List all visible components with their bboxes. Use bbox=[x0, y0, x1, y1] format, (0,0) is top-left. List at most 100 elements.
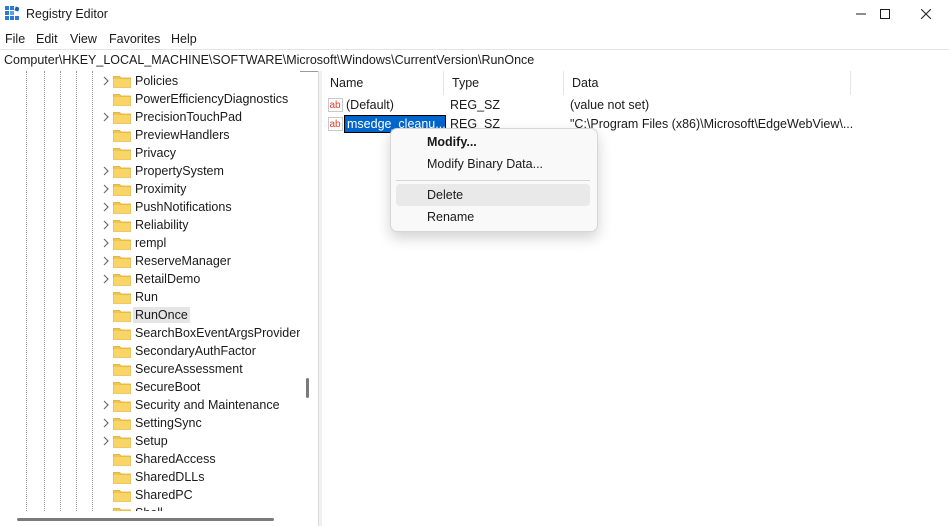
tree-item[interactable]: RetailDemo bbox=[0, 270, 300, 288]
chevron-right-icon[interactable] bbox=[101, 435, 111, 447]
tree-item[interactable]: Policies bbox=[0, 72, 300, 90]
value-row[interactable]: ab (Default) REG_SZ (value not set) bbox=[322, 96, 949, 114]
maximize-button[interactable] bbox=[862, 0, 908, 28]
column-header-data[interactable]: Data bbox=[564, 71, 851, 95]
tree-item[interactable]: Setup bbox=[0, 432, 300, 450]
tree-item[interactable]: SettingSync bbox=[0, 414, 300, 432]
tree-item-label: SearchBoxEventArgsProvider bbox=[135, 326, 300, 340]
tree-item[interactable]: Reliability bbox=[0, 216, 300, 234]
tree-item-label: SettingSync bbox=[135, 416, 202, 430]
folder-icon bbox=[113, 382, 131, 394]
value-type: REG_SZ bbox=[450, 98, 501, 112]
tree-item-label: PowerEfficiencyDiagnostics bbox=[135, 92, 289, 106]
string-value-icon: ab bbox=[328, 117, 343, 131]
tree-item-label: Proximity bbox=[135, 182, 187, 196]
folder-icon bbox=[113, 238, 131, 250]
tree-item-label: Privacy bbox=[135, 146, 176, 160]
chevron-right-icon[interactable] bbox=[101, 219, 111, 231]
chevron-right-icon[interactable] bbox=[101, 417, 111, 429]
tree-item[interactable]: Run bbox=[0, 288, 300, 306]
tree-item-label: PreviewHandlers bbox=[135, 128, 230, 142]
tree-item[interactable]: ReserveManager bbox=[0, 252, 300, 270]
registry-editor-icon bbox=[5, 6, 19, 20]
tree-item[interactable]: Shell bbox=[0, 504, 300, 511]
menu-view[interactable]: View bbox=[70, 32, 97, 46]
value-name: (Default) bbox=[346, 98, 394, 112]
menu-bar: File Edit View Favorites Help bbox=[0, 28, 949, 49]
chevron-right-icon[interactable] bbox=[101, 75, 111, 87]
tree-item-label: RetailDemo bbox=[135, 272, 201, 286]
tree-item-label: ReserveManager bbox=[135, 254, 231, 268]
tree-item[interactable]: Security and Maintenance bbox=[0, 396, 300, 414]
context-menu: Modify... Modify Binary Data... Delete R… bbox=[390, 128, 598, 232]
folder-icon bbox=[113, 436, 131, 448]
address-path[interactable]: Computer\HKEY_LOCAL_MACHINE\SOFTWARE\Mic… bbox=[4, 53, 534, 67]
chevron-right-icon[interactable] bbox=[101, 399, 111, 411]
tree-item-label: SecondaryAuthFactor bbox=[135, 344, 256, 358]
tree-item[interactable]: PrecisionTouchPad bbox=[0, 108, 300, 126]
chevron-right-icon[interactable] bbox=[101, 165, 111, 177]
tree-item-label: SecureAssessment bbox=[135, 362, 243, 376]
tree-item-label: PushNotifications bbox=[135, 200, 232, 214]
folder-icon bbox=[113, 220, 131, 232]
menu-file[interactable]: File bbox=[5, 32, 25, 46]
column-header-type[interactable]: Type bbox=[444, 71, 564, 95]
tree-item[interactable]: SecureAssessment bbox=[0, 360, 300, 378]
folder-icon bbox=[113, 454, 131, 466]
tree-item[interactable]: PowerEfficiencyDiagnostics bbox=[0, 90, 300, 108]
menu-item-rename[interactable]: Rename bbox=[396, 206, 590, 228]
column-header-name[interactable]: Name bbox=[322, 71, 444, 95]
menu-separator bbox=[396, 180, 590, 181]
tree-item[interactable]: SharedDLLs bbox=[0, 468, 300, 486]
tree-item[interactable]: rempl bbox=[0, 234, 300, 252]
tree-item[interactable]: PreviewHandlers bbox=[0, 126, 300, 144]
tree-item[interactable]: SecureBoot bbox=[0, 378, 300, 396]
folder-icon bbox=[113, 472, 131, 484]
tree-item-label: SecureBoot bbox=[135, 380, 201, 394]
tree-item[interactable]: RunOnce bbox=[0, 306, 300, 324]
tree-item[interactable]: SharedAccess bbox=[0, 450, 300, 468]
tree-item[interactable]: Proximity bbox=[0, 180, 300, 198]
menu-item-modify-binary[interactable]: Modify Binary Data... bbox=[396, 153, 590, 175]
folder-icon bbox=[113, 310, 131, 322]
folder-icon bbox=[113, 184, 131, 196]
value-data: "C:\Program Files (x86)\Microsoft\EdgeWe… bbox=[570, 117, 854, 131]
address-bar[interactable]: Computer\HKEY_LOCAL_MACHINE\SOFTWARE\Mic… bbox=[0, 49, 949, 72]
scrollbar-thumb[interactable] bbox=[17, 518, 274, 521]
tree-item[interactable]: SecondaryAuthFactor bbox=[0, 342, 300, 360]
folder-icon bbox=[113, 400, 131, 412]
folder-icon bbox=[113, 328, 131, 340]
menu-favorites[interactable]: Favorites bbox=[109, 32, 160, 46]
folder-icon bbox=[113, 202, 131, 214]
chevron-right-icon[interactable] bbox=[101, 183, 111, 195]
folder-icon bbox=[113, 130, 131, 142]
tree-item-label: SharedPC bbox=[135, 488, 193, 502]
chevron-right-icon[interactable] bbox=[101, 255, 111, 267]
folder-icon bbox=[113, 418, 131, 430]
chevron-right-icon[interactable] bbox=[101, 273, 111, 285]
menu-item-delete[interactable]: Delete bbox=[396, 184, 590, 206]
menu-item-modify[interactable]: Modify... bbox=[396, 131, 590, 153]
folder-icon bbox=[113, 490, 131, 502]
svg-text:ab: ab bbox=[330, 119, 342, 130]
chevron-right-icon[interactable] bbox=[101, 111, 111, 123]
tree-item[interactable]: SharedPC bbox=[0, 486, 300, 504]
tree-item[interactable]: PushNotifications bbox=[0, 198, 300, 216]
tree-item[interactable]: Privacy bbox=[0, 144, 300, 162]
folder-icon bbox=[113, 166, 131, 178]
tree-item-label: Security and Maintenance bbox=[135, 398, 280, 412]
key-tree-pane[interactable]: Policies PowerEfficiencyDiagnostics Precis… bbox=[0, 71, 300, 511]
chevron-right-icon[interactable] bbox=[101, 201, 111, 213]
menu-help[interactable]: Help bbox=[171, 32, 197, 46]
close-icon bbox=[921, 9, 931, 19]
tree-item[interactable]: SearchBoxEventArgsProvider bbox=[0, 324, 300, 342]
tree-item-label: rempl bbox=[135, 236, 167, 250]
svg-text:ab: ab bbox=[330, 100, 342, 111]
tree-item-label: PrecisionTouchPad bbox=[135, 110, 243, 124]
close-button[interactable] bbox=[903, 0, 949, 28]
tree-item[interactable]: PropertySystem bbox=[0, 162, 300, 180]
tree-vertical-scrollbar[interactable] bbox=[306, 378, 309, 398]
menu-edit[interactable]: Edit bbox=[36, 32, 58, 46]
chevron-right-icon[interactable] bbox=[101, 237, 111, 249]
tree-horizontal-scrollbar[interactable] bbox=[0, 511, 318, 526]
